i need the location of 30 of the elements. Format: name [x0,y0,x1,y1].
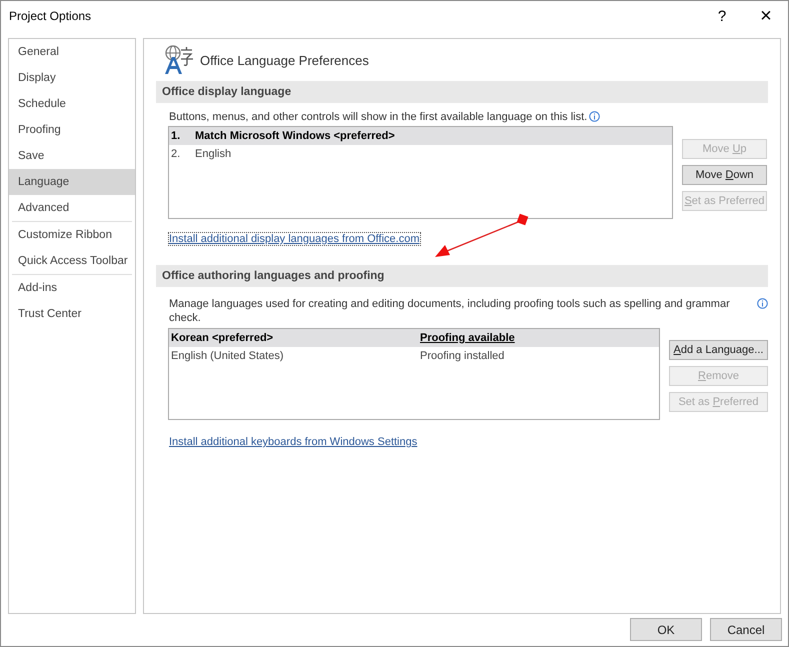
window-title: Project Options [9,9,92,23]
sidebar-item[interactable]: Advanced [9,195,135,221]
close-button[interactable]: × [744,1,788,31]
info-icon [757,298,768,309]
language-icon [162,44,194,76]
sidebar-item[interactable]: General [9,39,135,65]
help-button[interactable]: ? [700,1,744,31]
install-keyboards-link[interactable]: Install additional keyboards from Windows Settings [169,436,418,448]
sidebar-item[interactable]: Language [9,169,135,195]
sidebar-item[interactable]: Customize Ribbon [9,222,135,248]
page-title: Office Language Preferences [200,52,369,68]
section-header: Office authoring languages and proofing [156,265,768,287]
sidebar-item[interactable]: Trust Center [9,301,135,327]
button[interactable]: Move Down [682,165,767,185]
button[interactable]: Add a Language... [669,340,768,360]
install-languages-link[interactable]: Install additional display languages from Office.com [169,233,420,245]
sidebar-item[interactable]: Schedule [9,91,135,117]
section-header: Office display language [156,81,768,103]
sidebar-item[interactable]: Display [9,65,135,91]
sidebar-item[interactable]: Proofing [9,117,135,143]
sidebar-item[interactable]: Quick Access Toolbar [9,248,135,274]
sidebar-item[interactable]: Add-ins [9,275,135,301]
info-icon [589,111,600,122]
dialog-button[interactable]: Cancel [710,618,782,641]
list-row[interactable]: Korean <preferred> Proofing available [169,329,659,347]
description-text: Manage languages used for creating and editing documents, including proofing tools such as spelling and grammar check. [169,297,731,325]
description-text: Buttons, menus, and other controls will show in the first available language on this list. [169,110,588,124]
list-row[interactable]: 1. Match Microsoft Windows <preferred> [169,127,672,145]
sidebar-item[interactable]: Save [9,143,135,169]
dialog-button[interactable]: OK [630,618,702,641]
